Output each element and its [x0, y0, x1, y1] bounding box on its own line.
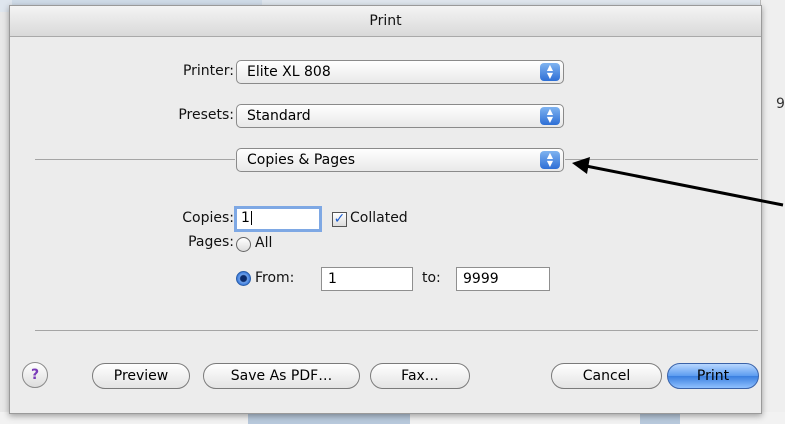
arrow-icon [572, 157, 784, 207]
